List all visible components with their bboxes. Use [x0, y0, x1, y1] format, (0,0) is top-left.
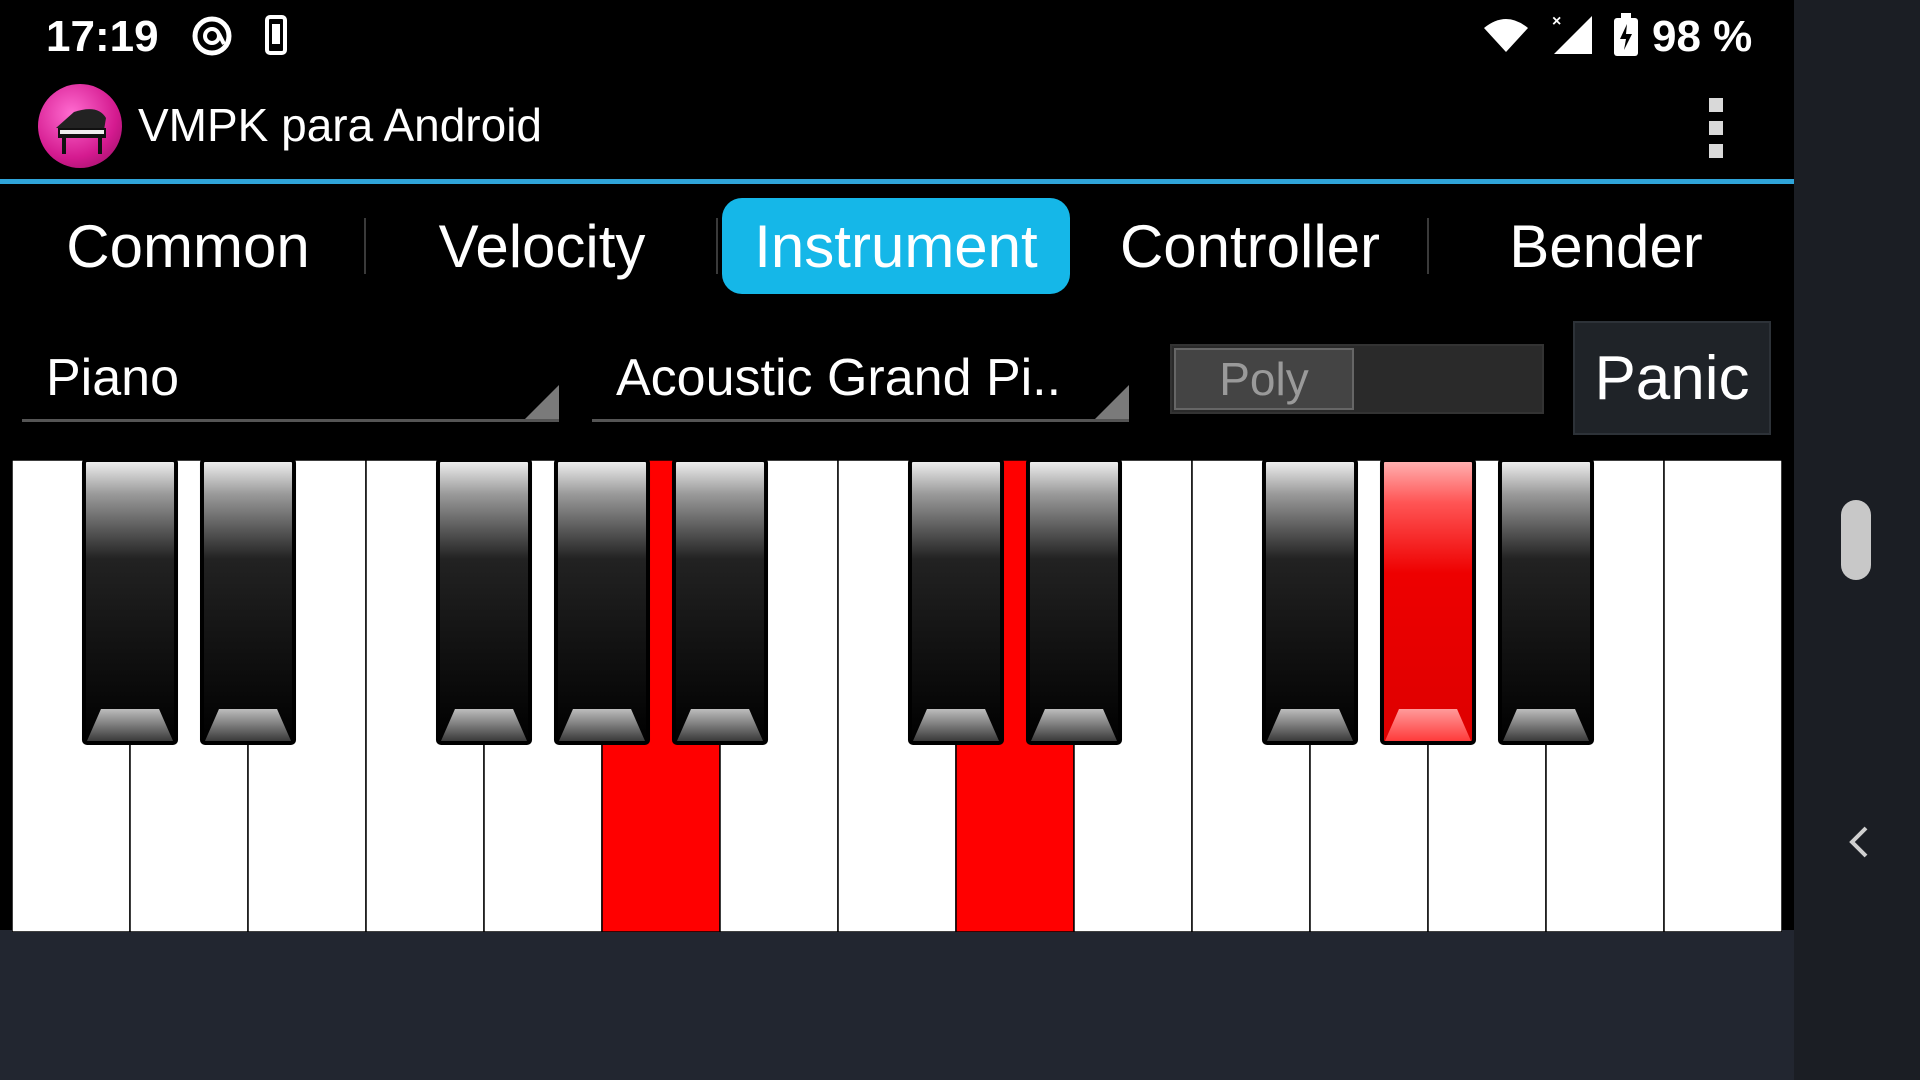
- phone-icon: [265, 15, 287, 55]
- battery-percent: 98 %: [1652, 12, 1753, 61]
- tab-divider: [364, 218, 366, 274]
- white-key[interactable]: [1663, 460, 1782, 932]
- scroll-handle[interactable]: [1841, 500, 1871, 580]
- black-key[interactable]: [1497, 460, 1595, 745]
- overflow-menu-icon[interactable]: [1700, 96, 1730, 160]
- dropdown-arrow-icon: [1095, 385, 1129, 419]
- black-key[interactable]: [1025, 460, 1123, 745]
- at-sign-icon: [192, 16, 232, 56]
- black-key[interactable]: [81, 460, 179, 745]
- program-dropdown[interactable]: Acoustic Grand Pi..: [592, 336, 1129, 422]
- wifi-icon: [1484, 19, 1528, 52]
- black-key[interactable]: [907, 460, 1005, 745]
- bottom-area: [0, 930, 1794, 1080]
- program-dropdown-value: Acoustic Grand Pi..: [616, 349, 1062, 407]
- poly-switch-thumb[interactable]: Poly: [1174, 348, 1354, 410]
- tab-controller[interactable]: Controller: [1092, 198, 1408, 294]
- piano-keyboard[interactable]: [12, 460, 1782, 932]
- tab-bender[interactable]: Bender: [1448, 198, 1764, 294]
- black-key[interactable]: [1261, 460, 1359, 745]
- category-dropdown-value: Piano: [46, 349, 179, 407]
- black-key[interactable]: [671, 460, 769, 745]
- battery-charging-icon: [1614, 13, 1638, 56]
- back-chevron-icon[interactable]: [1846, 824, 1870, 860]
- tab-divider: [716, 218, 718, 274]
- tab-common[interactable]: Common: [30, 198, 346, 294]
- dropdown-arrow-icon: [525, 385, 559, 419]
- cell-signal-icon: ×: [1552, 13, 1592, 54]
- grand-piano-icon: [38, 84, 122, 168]
- black-key[interactable]: [553, 460, 651, 745]
- svg-text:×: ×: [1552, 13, 1561, 30]
- category-dropdown[interactable]: Piano: [22, 336, 559, 422]
- status-time: 17:19: [46, 12, 159, 61]
- tab-instrument[interactable]: Instrument: [722, 198, 1070, 294]
- app-title: VMPK para Android: [138, 99, 543, 151]
- black-key[interactable]: [435, 460, 533, 745]
- tab-velocity[interactable]: Velocity: [384, 198, 700, 294]
- tab-divider: [1427, 218, 1429, 274]
- black-key[interactable]: [199, 460, 297, 745]
- black-key-pressed[interactable]: [1379, 460, 1477, 745]
- panic-button[interactable]: Panic: [1573, 321, 1771, 435]
